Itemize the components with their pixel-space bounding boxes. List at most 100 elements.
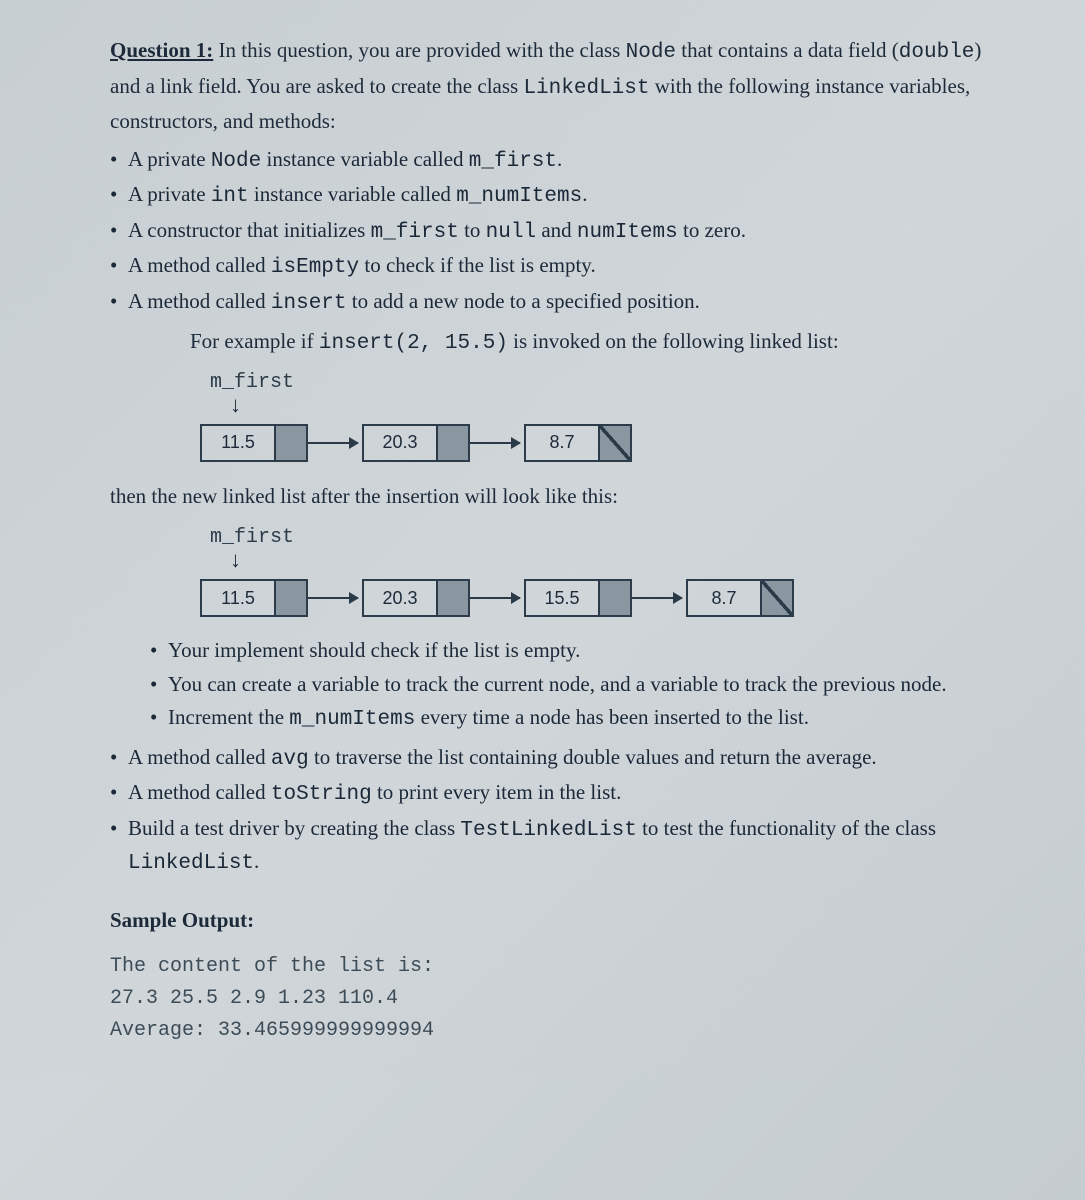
text: to: [459, 218, 486, 242]
after-insertion-text: then the new linked list after the inser…: [110, 480, 1005, 513]
node: 8.7: [686, 579, 794, 617]
node-pointer: [274, 426, 306, 460]
text: to test the functionality of the class: [637, 816, 936, 840]
text: A method called: [128, 745, 271, 769]
sub-bullet-2: You can create a variable to track the c…: [150, 669, 1005, 701]
node-data: 8.7: [688, 581, 760, 615]
node-pointer: [274, 581, 306, 615]
node-data: 8.7: [526, 426, 598, 460]
code-node: Node: [626, 41, 676, 64]
m-first-label-2: m_first: [210, 526, 1005, 549]
output-line-3: Average: 33.465999999999994: [110, 1015, 1005, 1047]
code: avg: [271, 748, 309, 771]
node: 15.5: [524, 579, 632, 617]
code: TestLinkedList: [460, 819, 636, 842]
text: .: [557, 147, 562, 171]
code: m_numItems: [289, 708, 415, 731]
node-null-pointer: [760, 581, 792, 615]
node-null-pointer: [598, 426, 630, 460]
code: Node: [211, 150, 261, 173]
text: every time a node has been inserted to t…: [415, 705, 809, 729]
bullet-1: A private Node instance variable called …: [110, 144, 1005, 178]
node-data: 20.3: [364, 581, 436, 615]
arrow-icon: [470, 597, 520, 599]
text: to print every item in the list.: [372, 780, 622, 804]
down-arrow-icon: ↓: [230, 394, 1005, 416]
code: null: [486, 221, 536, 244]
text: instance variable called: [261, 147, 469, 171]
code: m_first: [371, 221, 459, 244]
node-data: 15.5: [526, 581, 598, 615]
text: instance variable called: [249, 182, 457, 206]
code-linkedlist: LinkedList: [523, 77, 649, 100]
code: insert(2, 15.5): [319, 332, 508, 355]
text: A private: [128, 182, 211, 206]
arrow-icon: [632, 597, 682, 599]
text: is invoked on the following linked list:: [508, 329, 839, 353]
bullet-6: A method called avg to traverse the list…: [110, 742, 1005, 776]
code: LinkedList: [128, 852, 254, 875]
text: A constructor that initializes: [128, 218, 371, 242]
output-line-2: 27.3 25.5 2.9 1.23 110.4: [110, 983, 1005, 1015]
requirements-list: A private Node instance variable called …: [110, 144, 1005, 320]
code: toString: [271, 783, 372, 806]
text: Increment the: [168, 705, 289, 729]
node: 20.3: [362, 424, 470, 462]
code: isEmpty: [271, 256, 359, 279]
code: insert: [271, 292, 347, 315]
text: and: [536, 218, 577, 242]
text: that contains a data field (: [676, 38, 899, 62]
question-intro: Question 1: In this question, you are pr…: [110, 34, 1005, 138]
code: m_first: [469, 150, 557, 173]
sub-bullet-3: Increment the m_numItems every time a no…: [150, 702, 1005, 736]
question-title: Question 1:: [110, 38, 213, 62]
node: 8.7: [524, 424, 632, 462]
text: For example if: [190, 329, 319, 353]
node-pointer: [436, 426, 468, 460]
linked-list-before: 11.5 20.3 8.7: [200, 424, 1005, 462]
text: A method called: [128, 253, 271, 277]
bullet-8: Build a test driver by creating the clas…: [110, 813, 1005, 880]
bullet-2: A private int instance variable called m…: [110, 179, 1005, 213]
node: 20.3: [362, 579, 470, 617]
text: to check if the list is empty.: [359, 253, 596, 277]
text: to traverse the list containing double v…: [309, 745, 877, 769]
text: In this question, you are provided with …: [213, 38, 625, 62]
down-arrow-icon: ↓: [230, 549, 1005, 571]
text: .: [582, 182, 587, 206]
text: to zero.: [678, 218, 746, 242]
bullet-7: A method called toString to print every …: [110, 777, 1005, 811]
linked-list-after: 11.5 20.3 15.5 8.7: [200, 579, 1005, 617]
bullet-3: A constructor that initializes m_first t…: [110, 215, 1005, 249]
text: to add a new node to a specified positio…: [347, 289, 700, 313]
output-line-1: The content of the list is:: [110, 951, 1005, 983]
bullet-4: A method called isEmpty to check if the …: [110, 250, 1005, 284]
sub-bullets: Your implement should check if the list …: [150, 635, 1005, 736]
example-line: For example if insert(2, 15.5) is invoke…: [190, 325, 1005, 361]
node-data: 20.3: [364, 426, 436, 460]
sub-bullet-1: Your implement should check if the list …: [150, 635, 1005, 667]
text: Build a test driver by creating the clas…: [128, 816, 460, 840]
m-first-label-1: m_first: [210, 371, 1005, 394]
arrow-icon: [470, 442, 520, 444]
node: 11.5: [200, 579, 308, 617]
requirements-list-2: A method called avg to traverse the list…: [110, 742, 1005, 880]
code-double: double: [899, 41, 975, 64]
text: A private: [128, 147, 211, 171]
node-pointer: [598, 581, 630, 615]
node: 11.5: [200, 424, 308, 462]
text: A method called: [128, 289, 271, 313]
node-data: 11.5: [202, 426, 274, 460]
bullet-5: A method called insert to add a new node…: [110, 286, 1005, 320]
document-page: Question 1: In this question, you are pr…: [0, 0, 1085, 1077]
text: .: [254, 849, 259, 873]
sample-output-block: The content of the list is: 27.3 25.5 2.…: [110, 951, 1005, 1047]
node-data: 11.5: [202, 581, 274, 615]
sample-output-heading: Sample Output:: [110, 908, 1005, 933]
text: A method called: [128, 780, 271, 804]
code: m_numItems: [456, 185, 582, 208]
code: numItems: [577, 221, 678, 244]
node-pointer: [436, 581, 468, 615]
code: int: [211, 185, 249, 208]
arrow-icon: [308, 597, 358, 599]
